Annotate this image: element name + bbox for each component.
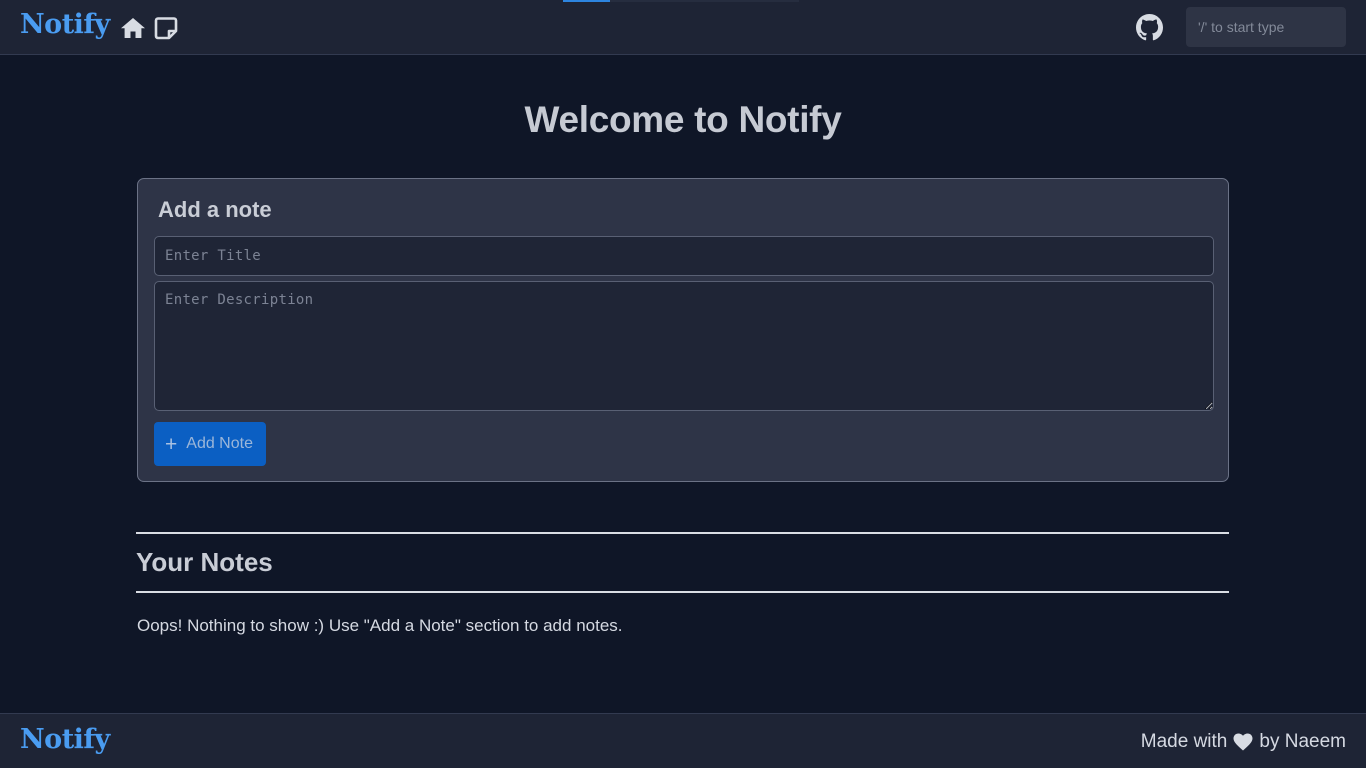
notes-top-divider (136, 532, 1229, 534)
top-loading-bar (563, 0, 799, 2)
navbar: Notify (0, 0, 1366, 55)
footer-credit: Made with by Naeem (1141, 731, 1346, 753)
empty-notes-message: Oops! Nothing to show :) Use "Add a Note… (137, 616, 623, 635)
footer-made-with-text: Made with (1140, 731, 1228, 752)
navbar-brand-logo[interactable]: Notify (20, 9, 110, 40)
footer-brand-logo: Notify (20, 724, 110, 755)
footer: Notify Made with by Naeem (0, 713, 1366, 768)
top-loading-bar-fill (563, 0, 611, 2)
add-note-heading: Add a note (158, 197, 272, 222)
add-note-button[interactable]: + Add Note (154, 422, 266, 466)
add-note-card: Add a note + Add Note (137, 178, 1229, 482)
github-icon[interactable] (1136, 14, 1163, 41)
plus-icon: + (165, 432, 178, 456)
notes-bottom-divider (136, 591, 1229, 593)
footer-author-text: by Naeem (1259, 731, 1346, 752)
page-title: Welcome to Notify (524, 99, 842, 140)
your-notes-heading: Your Notes (136, 547, 273, 577)
home-icon[interactable] (120, 15, 146, 41)
heart-icon (1233, 733, 1253, 751)
note-description-textarea[interactable] (154, 281, 1214, 411)
note-title-input[interactable] (154, 236, 1214, 276)
add-note-button-label: Add Note (186, 435, 253, 452)
search-input[interactable] (1186, 7, 1346, 47)
sticky-note-icon[interactable] (153, 15, 179, 41)
